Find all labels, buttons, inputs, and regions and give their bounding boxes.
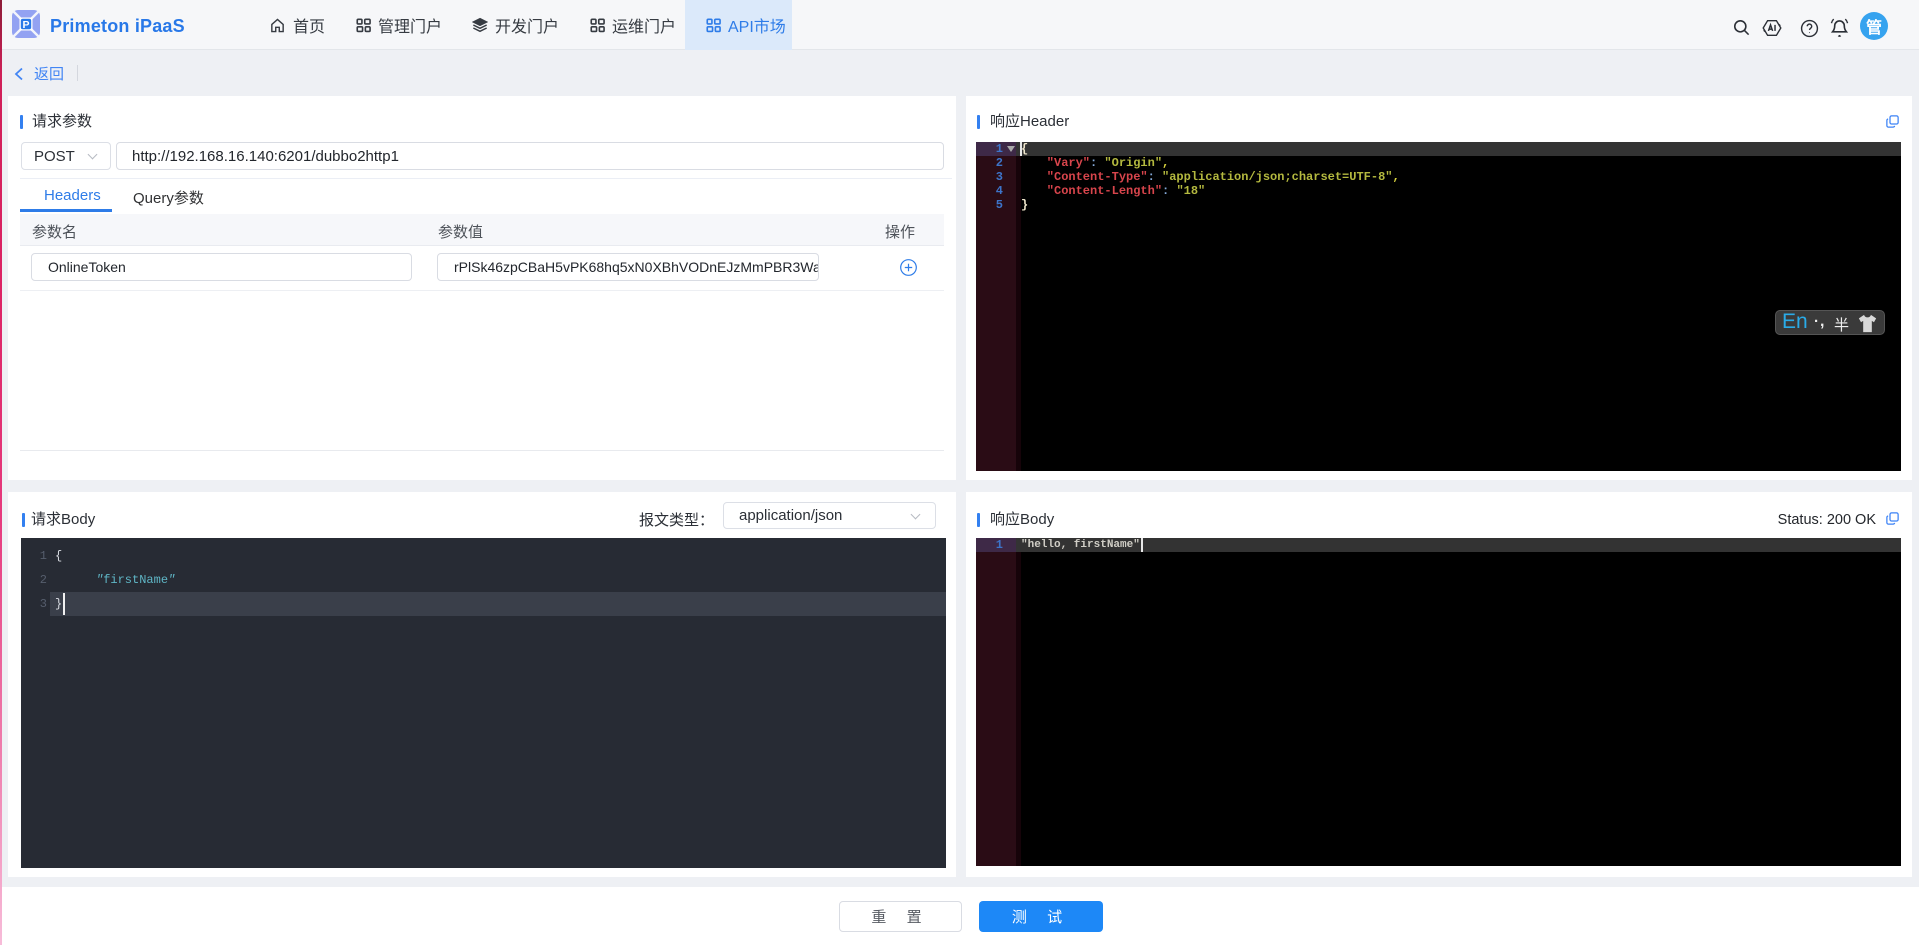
svg-text:P: P — [22, 19, 29, 31]
